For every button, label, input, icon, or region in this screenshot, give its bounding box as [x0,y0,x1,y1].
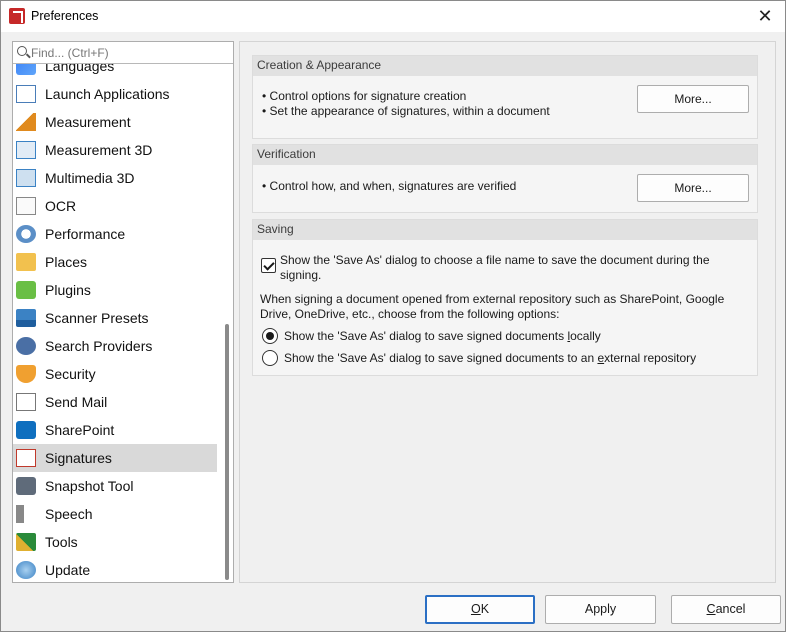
sidebar-item-label: Speech [45,506,93,522]
creation-bullet-1: • Control options for signature creation [262,89,467,103]
shield-icon [16,365,36,383]
sidebar-item-send-mail[interactable]: Send Mail [13,388,217,416]
tools-icon [16,533,36,551]
sidebar-item-performance[interactable]: Performance [13,220,217,248]
scanner-icon [16,309,36,327]
verification-more-button[interactable]: More... [637,174,749,202]
globe-icon [16,561,36,579]
sidebar-item-launch-applications[interactable]: Launch Applications [13,80,217,108]
settings-panel: Creation & Appearance • Control options … [239,41,776,583]
verification-group: Verification • Control how, and when, si… [252,144,758,213]
save-as-dialog-checkbox[interactable] [261,258,276,273]
group-header: Saving [253,220,757,240]
sidebar-item-multimedia-3d[interactable]: Multimedia 3D [13,164,217,192]
sidebar-item-label: Security [45,366,96,382]
folder-pin-icon [16,253,36,271]
sidebar-item-update[interactable]: Update [13,556,217,582]
sidebar-item-measurement[interactable]: Measurement [13,108,217,136]
category-panel: Languages Launch Applications Measurement M… [12,41,234,583]
verification-bullet-1: • Control how, and when, signatures are … [262,179,517,193]
puzzle-icon [16,281,36,299]
sidebar-item-label: Multimedia 3D [45,170,135,186]
window-title: Preferences [31,9,99,23]
save-locally-label[interactable]: Show the 'Save As' dialog to save signed… [284,329,601,344]
repository-paragraph-line2: Drive, OneDrive, etc., choose from the f… [260,307,560,321]
sidebar-item-label: Send Mail [45,394,108,410]
sidebar-item-label: Update [45,562,91,578]
sidebar-item-snapshot-tool[interactable]: Snapshot Tool [13,472,217,500]
checkbox-label-line1: Show the 'Save As' dialog to choose a fi… [280,253,710,267]
search-icon [17,46,27,56]
sidebar-item-label: Launch Applications [45,86,170,102]
sidebar-item-label: Tools [45,534,78,550]
sidebar-item-scanner-presets[interactable]: Scanner Presets [13,304,217,332]
sidebar-item-search-providers[interactable]: Search Providers [13,332,217,360]
repository-paragraph-line1: When signing a document opened from exte… [260,292,725,306]
ocr-icon [16,197,36,215]
sidebar-item-label: Measurement 3D [45,142,153,158]
sidebar-item-label: Measurement [45,114,131,130]
sidebar-item-places[interactable]: Places [13,248,217,276]
sidebar-item-label: Plugins [45,282,91,298]
signature-icon [16,449,36,467]
sidebar-item-label: Languages [45,64,115,74]
close-icon: ✕ [757,6,773,26]
sidebar-item-label: Search Providers [45,338,153,354]
group-header: Creation & Appearance [253,56,757,76]
sidebar-item-label: Signatures [45,450,112,466]
title-bar: Preferences ✕ [1,1,785,32]
sidebar-item-speech[interactable]: Speech [13,500,217,528]
creation-appearance-group: Creation & Appearance • Control options … [252,55,758,139]
category-scrollbar[interactable] [223,68,231,580]
ok-button[interactable]: OK [425,595,535,624]
cancel-button[interactable]: Cancel [671,595,781,624]
preferences-dialog: Preferences ✕ Languages Launch Applicatio… [0,0,786,632]
apply-button[interactable]: Apply [545,595,656,624]
scrollbar-thumb[interactable] [225,324,229,580]
gauge-icon [16,225,36,243]
cube-icon [16,169,36,187]
sidebar-item-languages[interactable]: Languages [13,64,217,80]
save-external-radio[interactable] [262,350,278,366]
close-button[interactable]: ✕ [745,1,785,32]
sharepoint-icon [16,421,36,439]
sidebar-item-security[interactable]: Security [13,360,217,388]
app-icon [9,8,25,24]
sidebar-item-label: OCR [45,198,77,214]
speaker-icon [16,505,36,523]
sidebar-item-ocr[interactable]: OCR [13,192,217,220]
save-external-label[interactable]: Show the 'Save As' dialog to save signed… [284,351,696,366]
binoculars-icon [16,337,36,355]
category-list: Languages Launch Applications Measurement M… [13,64,219,582]
group-header: Verification [253,145,757,165]
sidebar-item-signatures[interactable]: Signatures [13,444,217,472]
cube-measure-icon [16,141,36,159]
sidebar-item-label: Scanner Presets [45,310,149,326]
saving-group: Saving Show the 'Save As' dialog to choo… [252,219,758,376]
checkbox-label-line2: signing. [280,268,322,282]
sidebar-item-plugins[interactable]: Plugins [13,276,217,304]
sidebar-item-label: Performance [45,226,126,242]
sidebar-item-label: Snapshot Tool [45,478,134,494]
sidebar-item-label: SharePoint [45,422,115,438]
sidebar-item-tools[interactable]: Tools [13,528,217,556]
ruler-icon [16,113,36,131]
languages-icon [16,64,36,75]
search-input[interactable] [31,44,227,61]
creation-more-button[interactable]: More... [637,85,749,113]
camera-icon [16,477,36,495]
sidebar-item-label: Places [45,254,88,270]
sidebar-item-measurement-3d[interactable]: Measurement 3D [13,136,217,164]
launch-applications-icon [16,85,36,103]
sidebar-item-sharepoint[interactable]: SharePoint [13,416,217,444]
creation-bullet-2: • Set the appearance of signatures, with… [262,104,550,118]
mail-icon [16,393,36,411]
search-box [13,42,233,64]
save-locally-radio[interactable] [262,328,278,344]
